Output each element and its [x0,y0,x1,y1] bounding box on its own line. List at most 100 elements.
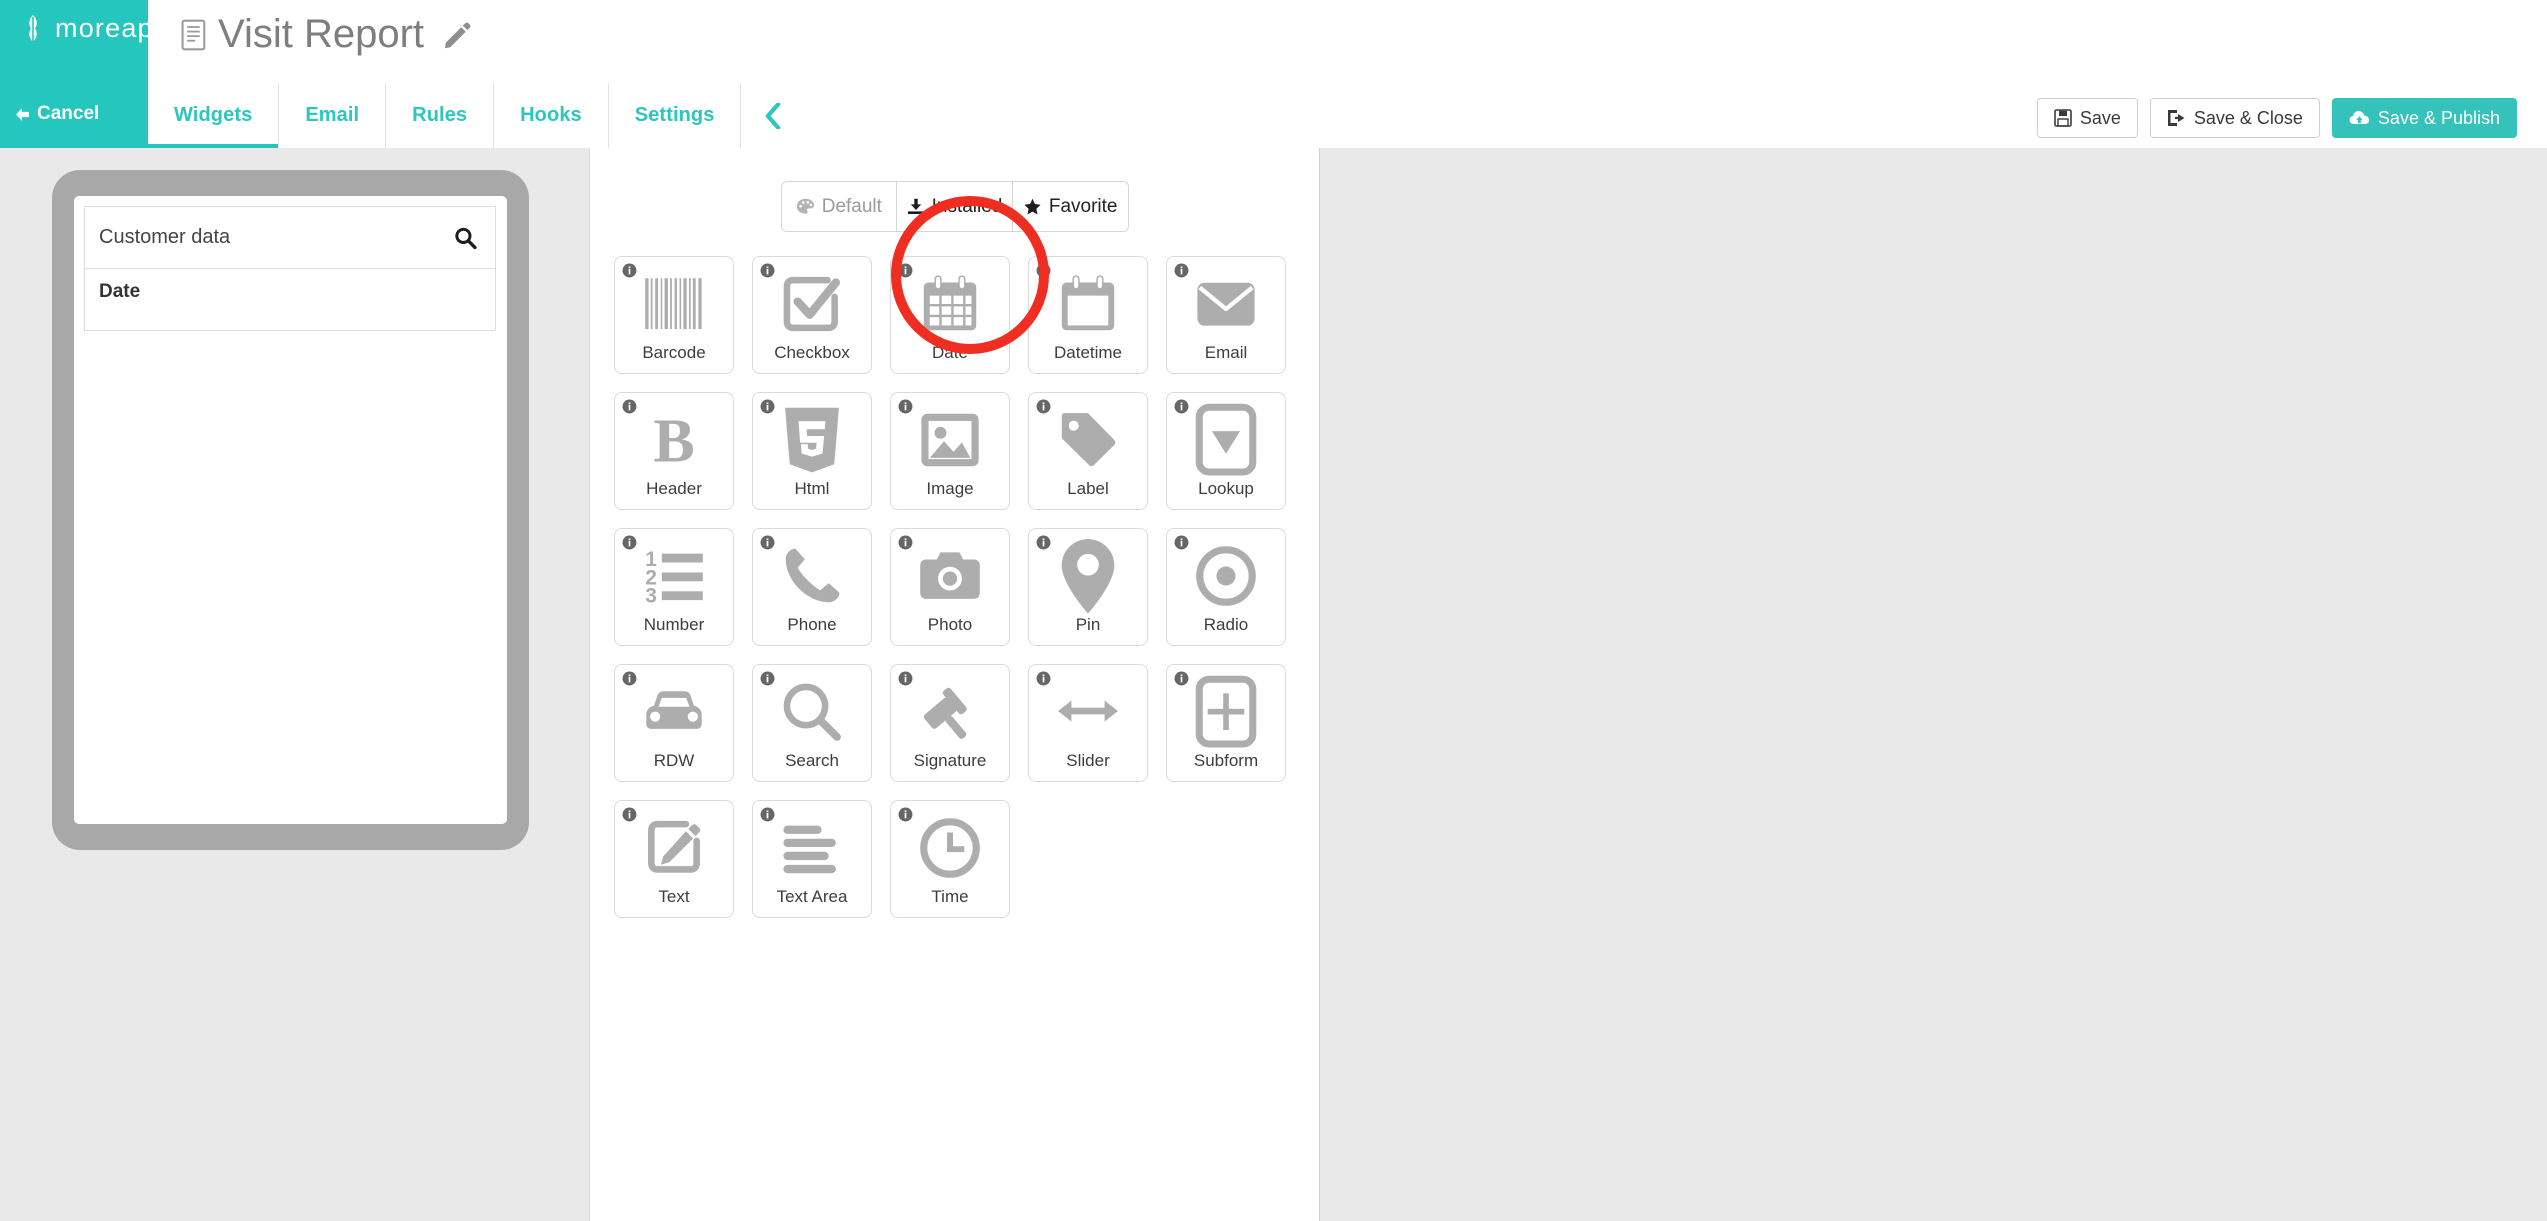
widget-tile-text-area[interactable]: Text Area [752,800,872,918]
wheat-leaf-icon [29,14,37,42]
widget-tile-radio[interactable]: Radio [1166,528,1286,646]
info-icon[interactable] [898,671,913,686]
tag-icon [1057,409,1119,471]
download-icon [907,198,924,214]
map-pin-icon [1057,538,1119,614]
widget-tile-barcode[interactable]: Barcode [614,256,734,374]
widget-tile-slider[interactable]: Slider [1028,664,1148,782]
widget-tile-image[interactable]: Image [890,392,1010,510]
widget-tile-search[interactable]: Search [752,664,872,782]
tab-rules[interactable]: Rules [385,83,494,148]
tab-rules-label: Rules [412,104,468,126]
car-icon [643,681,705,743]
info-icon[interactable] [622,807,637,822]
tab-email[interactable]: Email [278,83,386,148]
widget-tile-signature[interactable]: Signature [890,664,1010,782]
widget-label: Lookup [1198,479,1254,498]
tab-hooks[interactable]: Hooks [493,83,608,148]
info-icon[interactable] [1174,399,1189,414]
form-search-value: Customer data [99,226,231,248]
widget-tile-pin[interactable]: Pin [1028,528,1148,646]
brand-logo[interactable]: moreapp [20,13,170,44]
info-icon[interactable] [898,399,913,414]
cancel-button[interactable]: Cancel [14,103,99,125]
checkbox-icon [781,273,843,335]
info-icon[interactable] [1036,263,1051,278]
save-and-publish-button[interactable]: Save & Publish [2331,98,2517,138]
page-title-group: Visit Report [180,12,472,57]
widget-tile-checkbox[interactable]: Checkbox [752,256,872,374]
info-icon[interactable] [898,263,913,278]
arrow-left-icon [16,107,29,121]
widget-tile-datetime[interactable]: Datetime [1028,256,1148,374]
exit-icon [2167,110,2185,126]
widget-filter-installed[interactable]: Installed [896,182,1012,231]
widget-label: Label [1067,479,1109,498]
body-area: Customer data Date Default Installed Fav… [0,148,2547,1221]
magnifier-icon[interactable] [454,226,477,249]
barcode-icon [643,273,705,335]
widget-tile-email[interactable]: Email [1166,256,1286,374]
pencil-icon[interactable] [442,20,472,50]
save-button[interactable]: Save [2036,98,2138,138]
widget-filter-installed-label: Installed [931,195,1003,217]
info-icon[interactable] [1174,671,1189,686]
info-icon[interactable] [622,399,637,414]
form-preview-column: Customer data Date [0,148,589,1221]
widget-tile-date[interactable]: Date [890,256,1010,374]
info-icon[interactable] [622,263,637,278]
widget-tile-phone[interactable]: Phone [752,528,872,646]
form-field-label: Date [99,281,141,302]
widget-tile-html[interactable]: Html [752,392,872,510]
arrows-horizontal-icon [1057,681,1119,743]
save-button-label: Save [2079,107,2121,128]
info-icon[interactable] [760,535,775,550]
picture-icon [919,409,981,471]
save-and-close-button[interactable]: Save & Close [2149,98,2320,138]
form-field-row[interactable]: Date [85,269,495,303]
info-icon[interactable] [760,671,775,686]
dropdown-icon [1195,404,1257,476]
palette-icon [796,198,814,214]
widget-filter-default[interactable]: Default [781,182,897,231]
widget-tile-photo[interactable]: Photo [890,528,1010,646]
info-icon[interactable] [1174,535,1189,550]
info-icon[interactable] [760,399,775,414]
calendar-icon [919,273,981,335]
info-icon[interactable] [898,535,913,550]
info-icon[interactable] [1036,671,1051,686]
info-icon[interactable] [898,807,913,822]
widget-tile-lookup[interactable]: Lookup [1166,392,1286,510]
form-search-row[interactable]: Customer data [85,207,495,269]
info-icon[interactable] [622,671,637,686]
info-icon[interactable] [760,807,775,822]
info-icon[interactable] [1036,399,1051,414]
camera-icon [919,545,981,607]
widget-filter-favorite[interactable]: Favorite [1011,182,1128,231]
widget-tile-header[interactable]: B Header [614,392,734,510]
svg-text:3: 3 [645,585,657,605]
widget-label: Signature [913,751,987,770]
info-icon[interactable] [760,263,775,278]
star-icon [1024,198,1041,214]
widget-tile-number[interactable]: 1 2 3 Number [614,528,734,646]
envelope-icon [1195,273,1257,335]
info-icon[interactable] [1174,263,1189,278]
collapse-panel-button[interactable] [740,83,806,148]
brand-panel: moreapp Cancel [0,0,169,148]
tab-settings[interactable]: Settings [607,83,741,148]
tab-widgets[interactable]: Widgets [148,83,279,148]
widget-tile-time[interactable]: Time [890,800,1010,918]
widget-label: Search [785,751,839,770]
widget-tile-text[interactable]: Text [614,800,734,918]
info-icon[interactable] [622,535,637,550]
widget-tile-rdw[interactable]: RDW [614,664,734,782]
widget-tile-label[interactable]: Label [1028,392,1148,510]
widget-label: Checkbox [774,343,850,362]
tab-hooks-label: Hooks [520,104,582,126]
widget-label: Radio [1203,615,1249,634]
page-title: Visit Report [218,12,425,56]
info-icon[interactable] [1036,535,1051,550]
widget-tile-subform[interactable]: Subform [1166,664,1286,782]
cloud-upload-icon [2349,111,2370,124]
